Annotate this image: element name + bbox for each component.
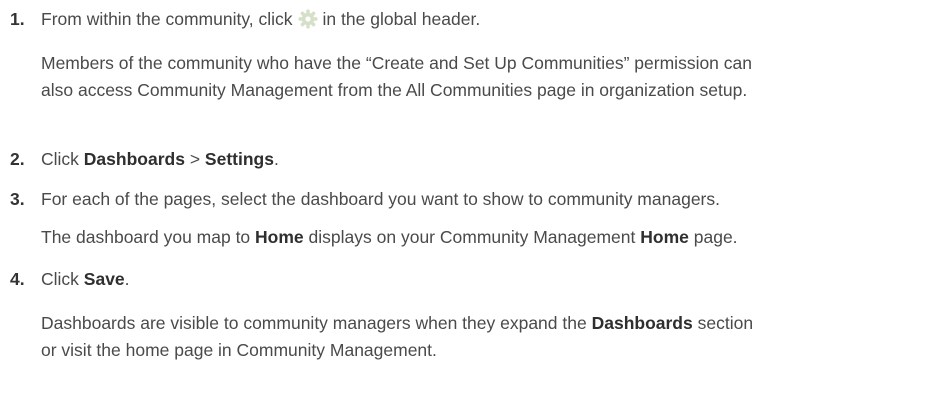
save-term: Save <box>83 269 125 289</box>
step-text-before-icon: From within the community, click <box>41 9 293 29</box>
step-detail: The dashboard you map to Home displays o… <box>41 224 941 251</box>
dashboards-term: Dashboards <box>591 313 693 333</box>
step-text-suffix: . <box>273 149 279 169</box>
step-text-prefix: Click <box>41 269 79 289</box>
step-text-suffix: . <box>124 269 130 289</box>
step-number: 3. <box>10 189 25 209</box>
step-detail-suffix: page. <box>693 227 738 247</box>
step-detail-line: Members of the community who have the “C… <box>41 53 752 73</box>
step-text: Click Save. <box>41 266 130 293</box>
home-term: Home <box>255 227 304 247</box>
gear-icon <box>297 8 319 30</box>
settings-term: Settings <box>204 149 274 169</box>
home-term: Home <box>640 227 689 247</box>
step-detail-prefix: Dashboards are visible to community mana… <box>41 313 587 333</box>
step-detail-prefix: The dashboard you map to <box>41 227 251 247</box>
step-detail-middle: displays on your Community Management <box>308 227 636 247</box>
step-text: Click Dashboards > Settings. <box>41 146 279 173</box>
step-detail-line: also access Community Management from th… <box>41 80 748 100</box>
step-text: From within the community, click in the … <box>41 6 480 33</box>
instruction-steps: 1. From within the community, click in t… <box>0 0 944 394</box>
step-detail: Members of the community who have the “C… <box>41 50 941 104</box>
dashboards-term: Dashboards <box>83 149 185 169</box>
step-detail: Dashboards are visible to community mana… <box>41 310 941 364</box>
step-text: For each of the pages, select the dashbo… <box>41 189 720 209</box>
step-detail-line: or visit the home page in Community Mana… <box>41 340 437 360</box>
step-text-after-icon: in the global header. <box>322 9 481 29</box>
step-number: 2. <box>10 149 25 169</box>
step-number: 1. <box>10 9 25 29</box>
step-detail-line: Dashboards are visible to community mana… <box>41 310 941 337</box>
path-separator: > <box>189 149 201 169</box>
step-text-prefix: Click <box>41 149 79 169</box>
step-number: 4. <box>10 269 25 289</box>
step-detail-suffix: section <box>697 313 754 333</box>
